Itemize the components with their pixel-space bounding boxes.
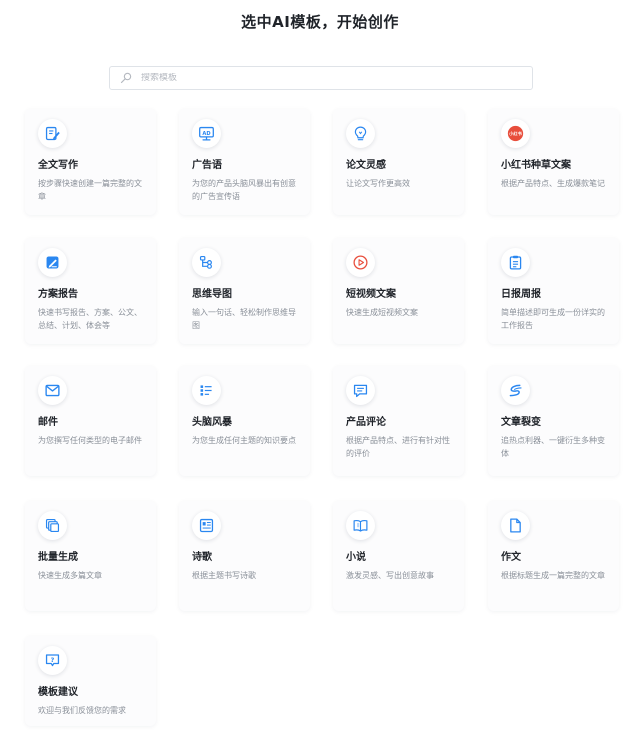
svg-text:AD: AD [202, 131, 210, 137]
template-icon-wrap: AD [192, 119, 221, 148]
template-desc: 激发灵感、写出创意故事 [346, 571, 434, 580]
template-icon-wrap [192, 511, 221, 540]
template-card-daily-weekly[interactable]: 日报周报 简单描述即可生成一份详实的工作报告 [488, 238, 619, 344]
template-card-batch-generate[interactable]: 批量生成 快速生成多篇文章 [25, 501, 156, 611]
template-card-novel[interactable]: 小说 激发灵感、写出创意故事 [333, 501, 464, 611]
template-desc: 根据产品特点、生成爆款笔记 [501, 179, 605, 188]
clipboard-icon [509, 255, 522, 270]
template-icon-wrap [501, 248, 530, 277]
template-title: 小红书种草文案 [501, 160, 571, 171]
template-card-brainstorm[interactable]: 头脑风暴 为您生成任何主题的知识要点 [179, 366, 310, 476]
template-icon-wrap [38, 119, 67, 148]
template-desc: 根据主题书写诗歌 [192, 571, 256, 580]
template-icon-wrap [38, 511, 67, 540]
newspaper-icon [199, 518, 214, 533]
question-chat-icon: ? [45, 654, 60, 667]
template-card-poetry[interactable]: 诗歌 根据主题书写诗歌 [179, 501, 310, 611]
template-title: 批量生成 [38, 552, 78, 563]
template-card-email[interactable]: 邮件 为您撰写任何类型的电子邮件 [25, 366, 156, 476]
template-title: 小说 [346, 552, 366, 563]
template-icon-wrap [346, 119, 375, 148]
template-desc: 为您生成任何主题的知识要点 [192, 436, 296, 445]
template-desc: 根据产品特点、进行有针对性的评价 [346, 436, 450, 458]
template-title: 论文灵感 [346, 160, 386, 171]
template-title: 广告语 [192, 160, 222, 171]
mail-icon [45, 384, 60, 397]
template-card-paper-inspiration[interactable]: 论文灵感 让论文写作更高效 [333, 109, 464, 215]
template-icon-wrap [192, 376, 221, 405]
swirl-icon [509, 384, 522, 397]
template-desc: 快速书写报告、方案、公文、总结、计划、体会等 [38, 308, 142, 330]
template-desc: 按步骤快速创建一篇完整的文章 [38, 179, 142, 201]
template-card-article-variants[interactable]: 文章裂变 追热点利器、一键衍生多种变体 [488, 366, 619, 476]
template-title: 诗歌 [192, 552, 212, 563]
video-play-icon [353, 255, 368, 270]
template-title: 邮件 [38, 417, 58, 428]
template-title: 全文写作 [38, 160, 78, 171]
template-desc: 快速生成多篇文章 [38, 571, 102, 580]
template-desc: 输入一句话、轻松制作思维导图 [192, 308, 296, 330]
template-icon-wrap [501, 511, 530, 540]
template-title: 文章裂变 [501, 417, 541, 428]
template-card-product-review[interactable]: 产品评论 根据产品特点、进行有针对性的评价 [333, 366, 464, 476]
template-card-short-video[interactable]: 短视频文案 快速生成短视频文案 [333, 238, 464, 344]
comment-icon [353, 384, 368, 398]
template-title: 头脑风暴 [192, 417, 232, 428]
template-card-xiaohongshu[interactable]: 小红书 小红书种草文案 根据产品特点、生成爆款笔记 [488, 109, 619, 215]
template-card-plan-report[interactable]: 方案报告 快速书写报告、方案、公文、总结、计划、体会等 [25, 238, 156, 344]
template-icon-wrap [501, 376, 530, 405]
template-desc: 为您的产品头脑风暴出有创意的广告宣传语 [192, 179, 296, 201]
template-title: 作文 [501, 552, 521, 563]
edit-document-icon [45, 126, 60, 141]
open-book-icon [353, 519, 368, 532]
template-icon-wrap [38, 376, 67, 405]
template-card-composition[interactable]: 作文 根据标题生成一篇完整的文章 [488, 501, 619, 611]
template-title: 方案报告 [38, 289, 78, 300]
pen-note-icon [46, 256, 59, 269]
ad-board-icon: AD [199, 126, 214, 141]
template-card-full-article[interactable]: 全文写作 按步骤快速创建一篇完整的文章 [25, 109, 156, 215]
template-desc: 根据标题生成一篇完整的文章 [501, 571, 605, 580]
template-title: 日报周报 [501, 289, 541, 300]
template-icon-wrap [346, 511, 375, 540]
template-icon-wrap [346, 376, 375, 405]
template-desc: 简单描述即可生成一份详实的工作报告 [501, 308, 605, 330]
template-title: 模板建议 [38, 687, 78, 698]
template-desc: 让论文写作更高效 [346, 179, 410, 188]
template-desc: 欢迎与我们反馈您的需求 [38, 706, 126, 715]
template-grid: 全文写作 按步骤快速创建一篇完整的文章 AD 广告语 为您的产品头脑风暴出有创意… [0, 0, 640, 730]
template-desc: 追热点利器、一键衍生多种变体 [501, 436, 605, 458]
mind-map-icon [199, 255, 212, 269]
lightbulb-icon [354, 126, 367, 141]
template-icon-wrap: 小红书 [501, 119, 530, 148]
template-desc: 快速生成短视频文案 [346, 308, 418, 317]
svg-text:?: ? [51, 656, 55, 664]
stack-copy-icon [45, 518, 60, 533]
template-card-suggestion[interactable]: ? 模板建议 欢迎与我们反馈您的需求 [25, 636, 156, 726]
template-card-ad-slogan[interactable]: AD 广告语 为您的产品头脑风暴出有创意的广告宣传语 [179, 109, 310, 215]
template-card-mind-map[interactable]: 思维导图 输入一句话、轻松制作思维导图 [179, 238, 310, 344]
template-title: 思维导图 [192, 289, 232, 300]
xiaohongshu-logo-icon: 小红书 [507, 125, 524, 142]
template-title: 短视频文案 [346, 289, 396, 300]
template-icon-wrap [192, 248, 221, 277]
template-desc: 为您撰写任何类型的电子邮件 [38, 436, 142, 445]
template-icon-wrap: ? [38, 646, 67, 675]
template-icon-wrap [346, 248, 375, 277]
template-title: 产品评论 [346, 417, 386, 428]
template-icon-wrap [38, 248, 67, 277]
file-icon [510, 518, 521, 533]
list-icon [200, 385, 212, 396]
